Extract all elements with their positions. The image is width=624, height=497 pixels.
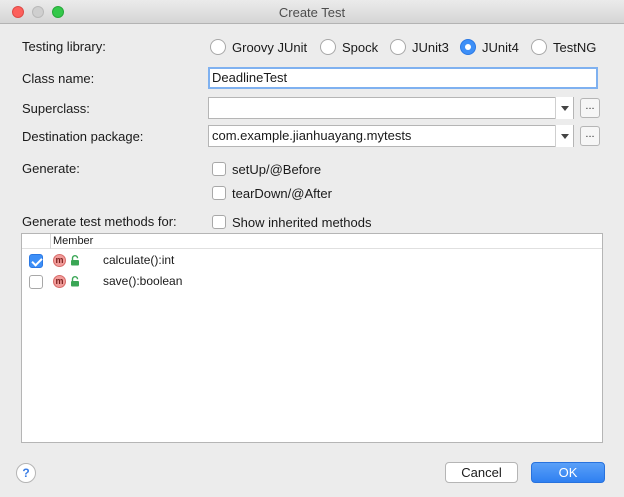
radio-label: Groovy JUnit xyxy=(232,39,308,55)
radio-spock[interactable]: Spock xyxy=(320,38,378,56)
superclass-combo[interactable] xyxy=(208,97,574,119)
superclass-browse-button[interactable]: ... xyxy=(580,98,600,118)
generate-methods-label: Generate test methods for: xyxy=(22,214,177,229)
public-lock-icon xyxy=(71,276,79,287)
setup-checkbox-row[interactable]: setUp/@Before xyxy=(212,160,321,178)
radio-label: JUnit3 xyxy=(412,39,449,55)
table-header: Member xyxy=(22,234,602,249)
destination-package-label: Destination package: xyxy=(22,129,144,144)
cancel-button[interactable]: Cancel xyxy=(445,462,518,483)
radio-testng[interactable]: TestNG xyxy=(531,38,596,56)
method-icon: m xyxy=(53,254,66,267)
method-name: calculate():int xyxy=(103,253,175,267)
table-row[interactable]: m save():boolean xyxy=(22,272,602,292)
radio-button-icon[interactable] xyxy=(531,39,547,55)
show-inherited-label: Show inherited methods xyxy=(232,214,372,230)
public-lock-icon xyxy=(71,255,79,266)
table-row[interactable]: m calculate():int xyxy=(22,251,602,271)
generate-label: Generate: xyxy=(22,161,80,176)
member-column-header[interactable]: Member xyxy=(53,234,93,248)
help-icon[interactable]: ? xyxy=(16,463,36,483)
testing-library-label: Testing library: xyxy=(22,39,106,54)
radio-label: Spock xyxy=(342,39,379,55)
teardown-label: tearDown/@After xyxy=(232,185,332,201)
radio-label: TestNG xyxy=(553,39,597,55)
method-icon: m xyxy=(53,275,66,288)
radio-button-icon[interactable] xyxy=(390,39,406,55)
member-checkbox[interactable] xyxy=(29,275,43,289)
destination-browse-button[interactable]: ... xyxy=(580,126,600,146)
radio-junit4[interactable]: JUnit4 xyxy=(460,38,519,56)
superclass-label: Superclass: xyxy=(22,101,90,116)
method-name: save():boolean xyxy=(103,274,183,288)
show-inherited-checkbox-row[interactable]: Show inherited methods xyxy=(212,213,371,231)
class-name-input[interactable]: DeadlineTest xyxy=(208,67,598,89)
column-separator xyxy=(50,234,51,249)
radio-button-icon[interactable] xyxy=(320,39,336,55)
radio-button-selected-icon[interactable] xyxy=(460,39,476,55)
chevron-down-icon[interactable] xyxy=(555,97,573,119)
radio-junit3[interactable]: JUnit3 xyxy=(390,38,449,56)
member-checkbox[interactable] xyxy=(29,254,43,268)
destination-package-combo[interactable]: com.example.jianhuayang.mytests xyxy=(208,125,574,147)
radio-button-icon[interactable] xyxy=(210,39,226,55)
title-bar: Create Test xyxy=(0,0,624,24)
setup-label: setUp/@Before xyxy=(232,161,322,177)
radio-groovy-junit[interactable]: Groovy JUnit xyxy=(210,38,307,56)
members-table[interactable]: Member m calculate():int m save():boolea… xyxy=(21,233,603,443)
chevron-down-icon[interactable] xyxy=(555,125,573,147)
teardown-checkbox[interactable] xyxy=(212,186,226,200)
radio-label: JUnit4 xyxy=(482,39,519,55)
window-title: Create Test xyxy=(278,5,346,20)
show-inherited-checkbox[interactable] xyxy=(212,215,226,229)
teardown-checkbox-row[interactable]: tearDown/@After xyxy=(212,184,332,202)
setup-checkbox[interactable] xyxy=(212,162,226,176)
ok-button[interactable]: OK xyxy=(531,462,605,483)
class-name-label: Class name: xyxy=(22,71,95,86)
